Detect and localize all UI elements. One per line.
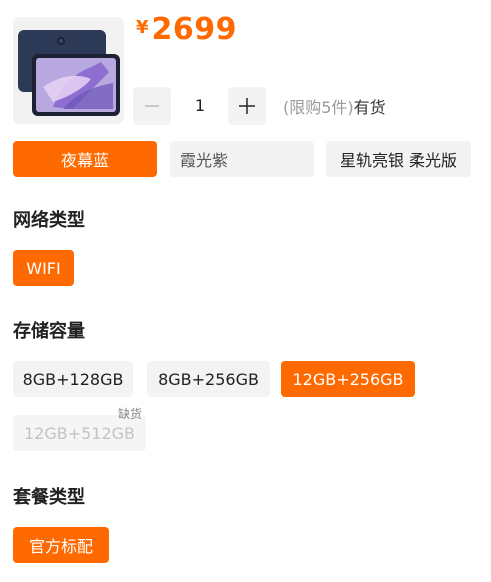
storage-title: 存储容量 <box>13 321 85 342</box>
stock-status: 有货 <box>353 98 386 117</box>
purchase-limit: (限购5件)有货 <box>283 94 386 118</box>
increase-quantity-button[interactable] <box>228 87 266 125</box>
limit-text: (限购5件) <box>283 98 354 117</box>
storage-option-8-128[interactable]: 8GB+128GB <box>13 361 133 397</box>
price-value: 2699 <box>151 12 238 47</box>
network-type-title: 网络类型 <box>13 210 85 231</box>
product-image <box>13 17 124 124</box>
color-option-sunset-purple[interactable]: 霞光紫 <box>170 141 314 177</box>
plus-icon <box>239 98 255 114</box>
price: ¥2699 <box>136 12 237 47</box>
network-option-wifi[interactable]: WIFI <box>13 250 74 286</box>
storage-option-12-512: 12GB+512GB 缺货 <box>13 407 146 451</box>
package-type-title: 套餐类型 <box>13 487 85 508</box>
storage-option-12-256[interactable]: 12GB+256GB <box>281 361 415 397</box>
decrease-quantity-button[interactable] <box>133 87 171 125</box>
color-option-night-blue[interactable]: 夜幕蓝 <box>13 141 157 177</box>
currency-symbol: ¥ <box>136 17 149 38</box>
minus-icon <box>145 105 159 107</box>
out-of-stock-badge: 缺货 <box>117 407 142 421</box>
storage-option-8-256[interactable]: 8GB+256GB <box>147 361 270 397</box>
color-option-star-silver[interactable]: 星轨亮银 柔光版 <box>326 141 471 177</box>
quantity-value[interactable]: 1 <box>185 96 215 115</box>
storage-option-label: 12GB+512GB <box>23 423 136 443</box>
package-option-standard[interactable]: 官方标配 <box>13 527 109 563</box>
